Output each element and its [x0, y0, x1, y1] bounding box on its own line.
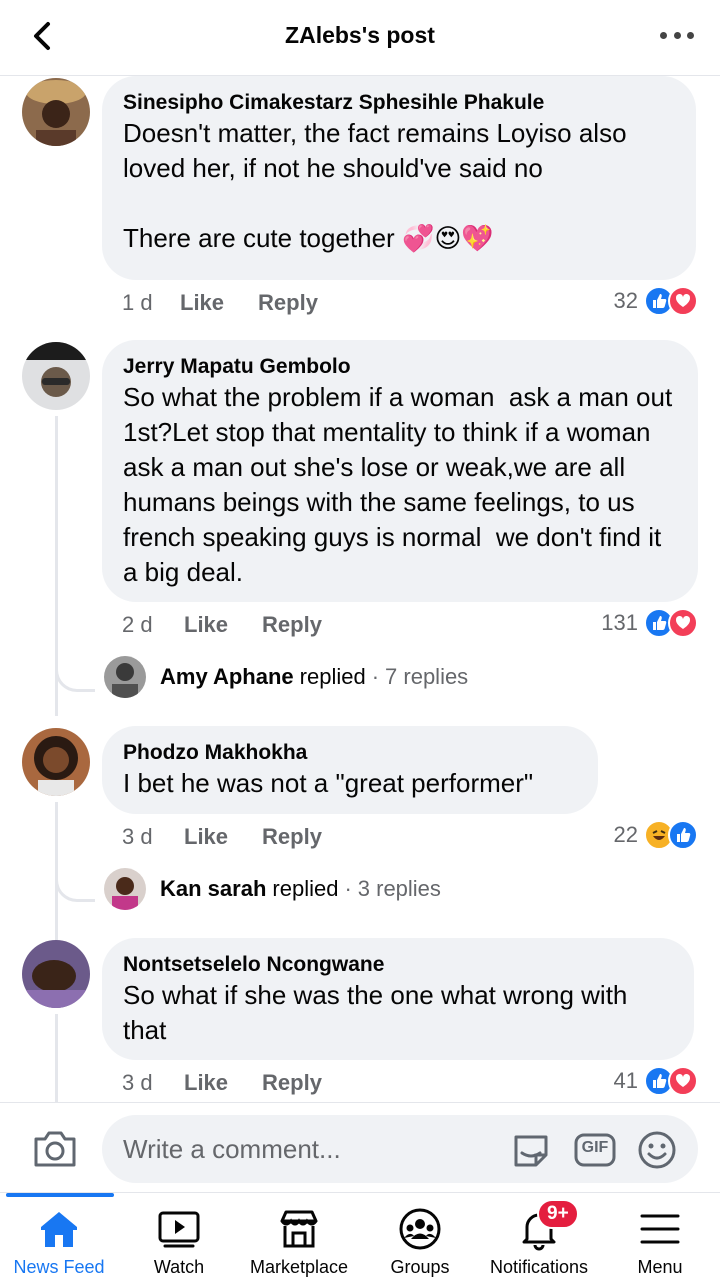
top-bar: ZAlebs's post	[0, 0, 720, 76]
thread-connector	[55, 666, 95, 692]
groups-icon	[398, 1207, 442, 1251]
reply-button[interactable]: Reply	[262, 1070, 322, 1096]
comment-actions: 3 d Like Reply	[122, 1070, 322, 1096]
nav-label: Menu	[637, 1257, 683, 1277]
like-button[interactable]: Like	[184, 824, 228, 850]
heart-icon	[668, 608, 698, 638]
comment-list: Sinesipho Cimakestarz Sphesihle Phakule …	[0, 76, 720, 1102]
home-icon	[37, 1207, 81, 1251]
nav-news-feed[interactable]: News Feed	[0, 1193, 118, 1280]
nav-label: Notifications	[489, 1257, 589, 1277]
more-options-button[interactable]	[660, 24, 694, 46]
thumbs-up-icon	[668, 820, 698, 850]
sticker-button[interactable]	[510, 1129, 552, 1171]
comment-bubble[interactable]: Nontsetselelo Ncongwane So what if she w…	[102, 938, 694, 1060]
nav-label: Groups	[390, 1257, 450, 1277]
nav-groups[interactable]: Groups	[360, 1193, 480, 1280]
like-button[interactable]: Like	[180, 290, 224, 316]
comment-actions: 2 d Like Reply	[122, 612, 322, 638]
nav-label: Watch	[153, 1257, 205, 1277]
separator-dot: ·	[344, 876, 352, 901]
like-button[interactable]: Like	[184, 612, 228, 638]
nav-marketplace[interactable]: Marketplace	[238, 1193, 360, 1280]
reaction-count: 22	[613, 822, 638, 847]
smiley-icon	[638, 1131, 676, 1169]
heart-icon	[668, 1066, 698, 1096]
comment-text: I bet he was not a "great performer"	[123, 768, 534, 798]
comment-timestamp[interactable]: 3 d	[122, 1070, 184, 1096]
separator-dot: ·	[371, 664, 380, 689]
gif-button[interactable]: GIF	[574, 1129, 616, 1171]
nav-menu[interactable]: Menu	[600, 1193, 720, 1280]
reaction-count: 32	[613, 288, 638, 313]
reaction-summary[interactable]: 32	[614, 286, 698, 316]
comment-bubble[interactable]: Jerry Mapatu Gembolo So what the problem…	[102, 340, 698, 602]
sticker-icon	[514, 1135, 548, 1167]
comment-author[interactable]: Jerry Mapatu Gembolo	[123, 354, 676, 380]
avatar[interactable]	[22, 728, 90, 796]
emoji-button[interactable]	[636, 1129, 678, 1171]
avatar[interactable]	[22, 342, 90, 410]
nav-notifications[interactable]: 9+ Notifications	[478, 1193, 600, 1280]
reply-author: Amy Aphane	[160, 664, 294, 689]
reaction-summary[interactable]: 41	[614, 1066, 698, 1096]
thread-connector	[55, 876, 95, 902]
reply-count: 7 replies	[385, 664, 469, 689]
thread-line	[55, 1014, 58, 1102]
comment-box[interactable]: GIF	[102, 1115, 698, 1183]
notification-badge: 9+	[537, 1199, 579, 1229]
reply-author: Kan sarah	[160, 876, 267, 901]
comment-author[interactable]: Nontsetselelo Ncongwane	[123, 952, 672, 978]
reply-count: 3 replies	[357, 876, 441, 901]
comment-timestamp[interactable]: 2 d	[122, 612, 184, 638]
reply-button[interactable]: Reply	[262, 824, 322, 850]
comment-text: So what the problem if a woman ask a man…	[123, 382, 680, 587]
comment-author[interactable]: Sinesipho Cimakestarz Sphesihle Phakule	[123, 90, 674, 116]
more-dot-icon	[687, 31, 694, 39]
comment-actions: 1 d Like Reply	[122, 290, 318, 316]
hamburger-menu-icon	[638, 1207, 682, 1251]
avatar	[104, 656, 146, 698]
video-icon	[157, 1207, 201, 1251]
view-replies-link[interactable]: Kan sarah replied · 3 replies	[104, 868, 441, 910]
comment-composer: GIF	[0, 1102, 720, 1192]
camera-icon	[34, 1131, 76, 1167]
comment-actions: 3 d Like Reply	[122, 824, 322, 850]
avatar	[104, 868, 146, 910]
gif-label: GIF	[581, 1139, 609, 1156]
more-dot-icon	[660, 31, 667, 39]
bottom-navigation: News Feed Watch Marketplace Groups 9+ No…	[0, 1192, 720, 1280]
nav-watch[interactable]: Watch	[120, 1193, 238, 1280]
heart-icon	[668, 286, 698, 316]
comment-timestamp[interactable]: 1 d	[122, 290, 180, 316]
comment-text: So what if she was the one what wrong wi…	[123, 980, 635, 1045]
reaction-count: 131	[601, 610, 638, 635]
comment-text: Doesn't matter, the fact remains Loyiso …	[123, 118, 627, 253]
reaction-summary[interactable]: 22	[614, 820, 698, 850]
reply-verb: replied	[299, 664, 366, 689]
like-button[interactable]: Like	[184, 1070, 228, 1096]
avatar[interactable]	[22, 78, 90, 146]
view-replies-link[interactable]: Amy Aphane replied · 7 replies	[104, 656, 468, 698]
reply-verb: replied	[272, 876, 339, 901]
nav-label: News Feed	[13, 1257, 105, 1277]
thread-line	[55, 802, 58, 942]
comment-author[interactable]: Phodzo Makhokha	[123, 740, 576, 766]
comment-bubble[interactable]: Phodzo Makhokha I bet he was not a "grea…	[102, 726, 598, 814]
reaction-summary[interactable]: 131	[601, 608, 698, 638]
reaction-count: 41	[613, 1068, 638, 1093]
comment-input[interactable]	[123, 1115, 493, 1183]
more-dot-icon	[673, 31, 681, 39]
page-title: ZAlebs's post	[285, 22, 435, 48]
shop-icon	[277, 1207, 321, 1251]
comment-timestamp[interactable]: 3 d	[122, 824, 184, 850]
nav-label: Marketplace	[249, 1257, 349, 1277]
camera-button[interactable]	[32, 1129, 78, 1169]
avatar[interactable]	[22, 940, 90, 1008]
reply-button[interactable]: Reply	[258, 290, 318, 316]
bell-icon: 9+	[517, 1199, 579, 1251]
comment-bubble[interactable]: Sinesipho Cimakestarz Sphesihle Phakule …	[102, 76, 696, 280]
reply-button[interactable]: Reply	[262, 612, 322, 638]
